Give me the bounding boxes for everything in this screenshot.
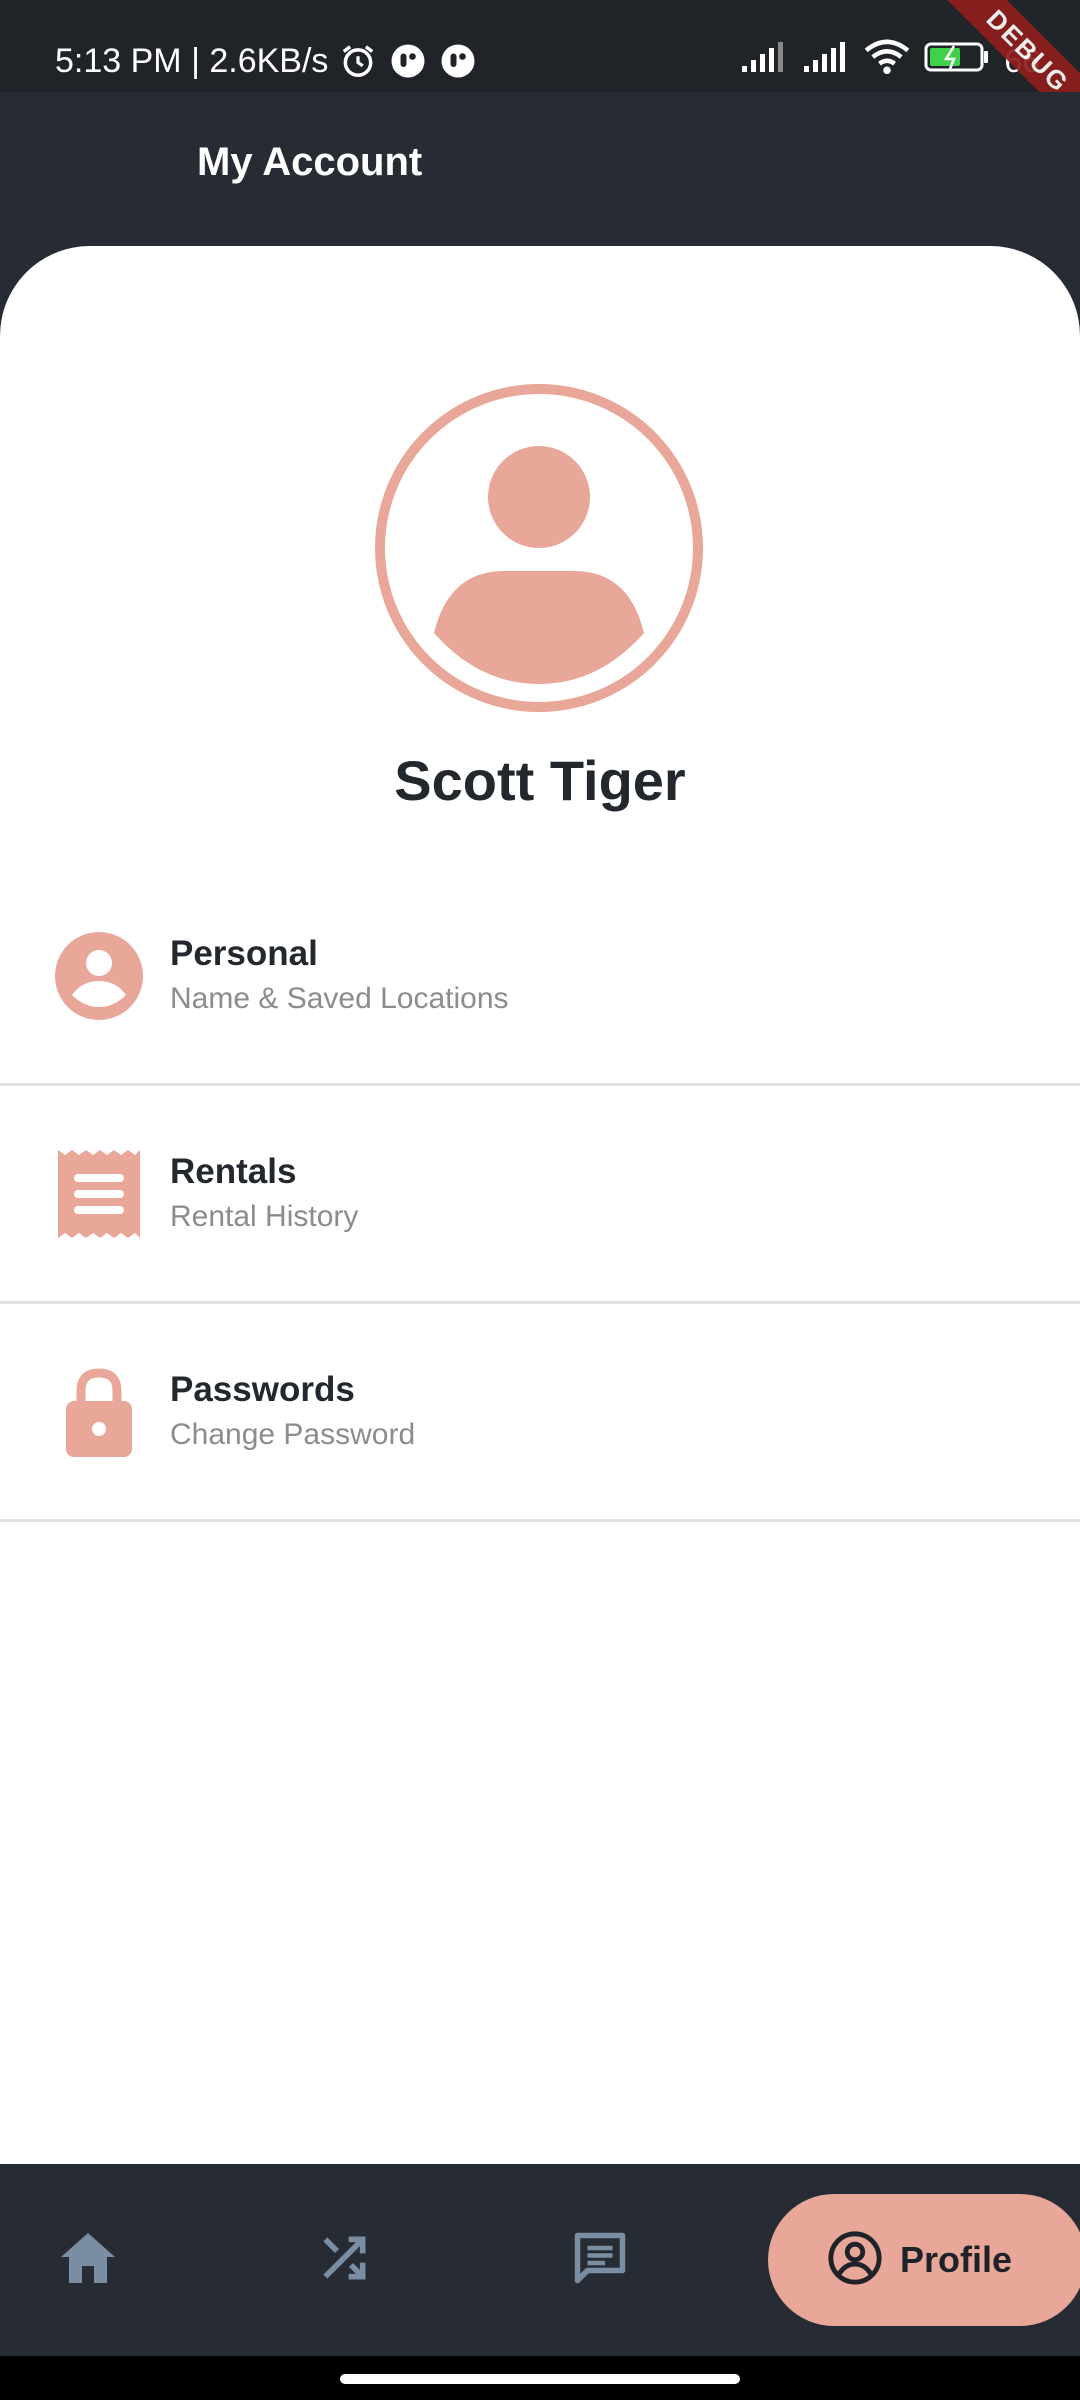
menu-item-title: Rentals (170, 1152, 297, 1191)
home-icon (58, 2230, 118, 2291)
signal-icon (802, 40, 850, 82)
content-card: Scott Tiger Personal Name & Saved Locati… (0, 246, 1080, 2164)
nav-shuffle-button[interactable] (310, 2226, 378, 2294)
profile-icon (826, 2229, 884, 2292)
avatar[interactable] (374, 383, 704, 713)
screen: 5:13 PM | 2.6KB/s DEBUG My Account Scott… (0, 0, 1080, 2400)
app-notification-icon (438, 41, 478, 81)
page-title: My Account (197, 140, 423, 184)
bottom-nav: Profile (0, 2164, 1080, 2356)
nav-profile-button[interactable]: Profile (768, 2194, 1080, 2326)
menu-item-title: Passwords (170, 1370, 355, 1409)
shuffle-icon (316, 2230, 372, 2291)
nav-profile-label: Profile (900, 2239, 1013, 2280)
gesture-area (0, 2356, 1080, 2400)
alarm-icon (338, 41, 378, 81)
menu-list: Personal Name & Saved Locations Rentals … (0, 868, 1080, 1522)
menu-item-personal[interactable]: Personal Name & Saved Locations (0, 868, 1080, 1086)
lock-icon (52, 1365, 146, 1459)
signal-icon (740, 40, 788, 82)
home-gesture-bar[interactable] (340, 2374, 740, 2384)
menu-item-passwords[interactable]: Passwords Change Password (0, 1304, 1080, 1522)
menu-item-rentals[interactable]: Rentals Rental History (0, 1086, 1080, 1304)
menu-item-subtitle: Change Password (170, 1418, 416, 1451)
status-left: 5:13 PM | 2.6KB/s (55, 38, 478, 84)
app-bar: My Account (0, 92, 1080, 252)
nav-messages-button[interactable] (566, 2226, 634, 2294)
app-notification-icon (388, 41, 428, 81)
menu-item-subtitle: Name & Saved Locations (170, 982, 509, 1015)
status-time: 5:13 PM | 2.6KB/s (55, 41, 329, 80)
nav-home-button[interactable] (54, 2226, 122, 2294)
menu-item-title: Personal (170, 934, 318, 973)
menu-item-subtitle: Rental History (170, 1200, 359, 1233)
battery-icon (924, 40, 990, 82)
messages-icon (570, 2228, 630, 2293)
user-name: Scott Tiger (394, 749, 686, 812)
wifi-icon (864, 39, 910, 83)
receipt-icon (52, 1147, 146, 1241)
person-icon (52, 929, 146, 1023)
status-bar: 5:13 PM | 2.6KB/s DEBUG (0, 0, 1080, 158)
